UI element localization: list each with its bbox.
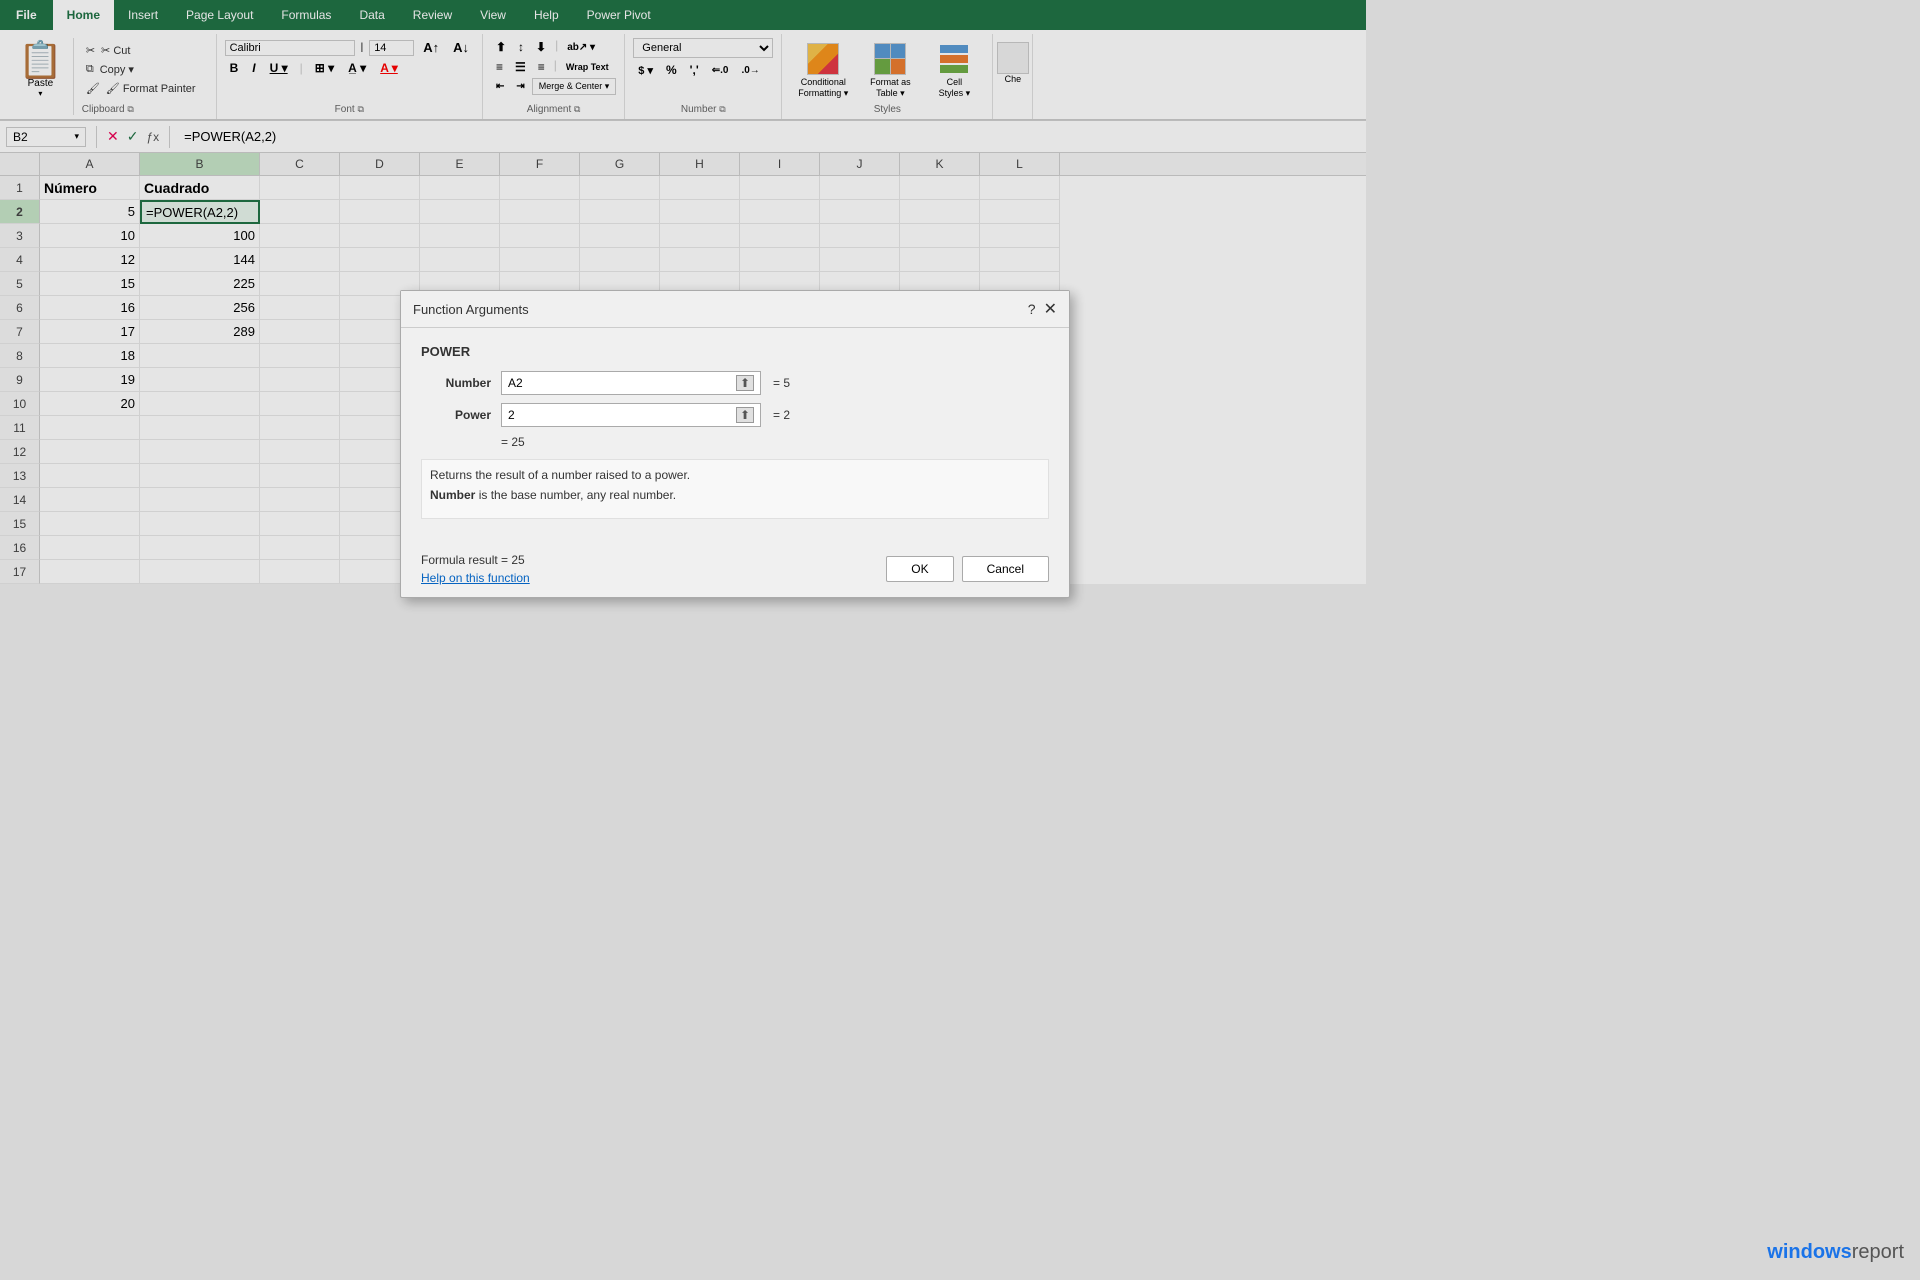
- function-name: POWER: [421, 344, 1049, 359]
- dialog-controls: ? ✕: [1028, 299, 1057, 319]
- description-text: Returns the result of a number raised to…: [430, 468, 1040, 482]
- number-arg-result: = 5: [773, 376, 790, 390]
- number-arg-value: A2: [508, 376, 523, 390]
- watermark: windowsreport: [1767, 1241, 1904, 1264]
- footer-left: Formula result = 25 Help on this functio…: [421, 553, 530, 585]
- description-detail-text: is the base number, any real number.: [479, 488, 676, 502]
- dialog-title: Function Arguments: [413, 302, 529, 317]
- watermark-windows: windows: [1767, 1241, 1851, 1263]
- equation-result-row: = 25: [501, 435, 1049, 449]
- help-link[interactable]: Help on this function: [421, 571, 530, 585]
- formula-result-text: Formula result = 25: [421, 553, 530, 567]
- power-arg-label: Power: [421, 408, 491, 422]
- description-area: Returns the result of a number raised to…: [421, 459, 1049, 519]
- dialog-body: POWER Number A2 ⬆ = 5 Power 2: [401, 328, 1069, 545]
- modal-overlay: Function Arguments ? ✕ POWER Number A2 ⬆…: [0, 0, 1920, 1280]
- dialog-close-icon[interactable]: ✕: [1044, 299, 1057, 319]
- formula-result-label: Formula result =: [421, 553, 508, 567]
- power-arg-row: Power 2 ⬆ = 2: [421, 403, 1049, 427]
- equation-result: = 25: [501, 435, 525, 449]
- formula-result-value: 25: [511, 553, 524, 567]
- power-arg-result: = 2: [773, 408, 790, 422]
- power-arg-input-wrap: 2 ⬆ = 2: [501, 403, 1049, 427]
- number-arg-input-wrap: A2 ⬆ = 5: [501, 371, 1049, 395]
- power-arg-value: 2: [508, 408, 515, 422]
- cancel-button[interactable]: Cancel: [962, 556, 1049, 582]
- description-bold-word: Number: [430, 488, 475, 502]
- watermark-report: report: [1852, 1241, 1904, 1263]
- number-arg-row: Number A2 ⬆ = 5: [421, 371, 1049, 395]
- number-collapse-button[interactable]: ⬆: [736, 375, 754, 391]
- dialog-help-icon[interactable]: ?: [1028, 301, 1036, 317]
- function-arguments-dialog: Function Arguments ? ✕ POWER Number A2 ⬆…: [400, 290, 1070, 598]
- description-detail: Number is the base number, any real numb…: [430, 488, 1040, 502]
- number-arg-label: Number: [421, 376, 491, 390]
- power-collapse-button[interactable]: ⬆: [736, 407, 754, 423]
- ok-button[interactable]: OK: [886, 556, 953, 582]
- dialog-footer: Formula result = 25 Help on this functio…: [401, 545, 1069, 597]
- number-arg-input[interactable]: A2 ⬆: [501, 371, 761, 395]
- dialog-titlebar: Function Arguments ? ✕: [401, 291, 1069, 328]
- power-arg-input[interactable]: 2 ⬆: [501, 403, 761, 427]
- dialog-buttons: OK Cancel: [886, 556, 1049, 582]
